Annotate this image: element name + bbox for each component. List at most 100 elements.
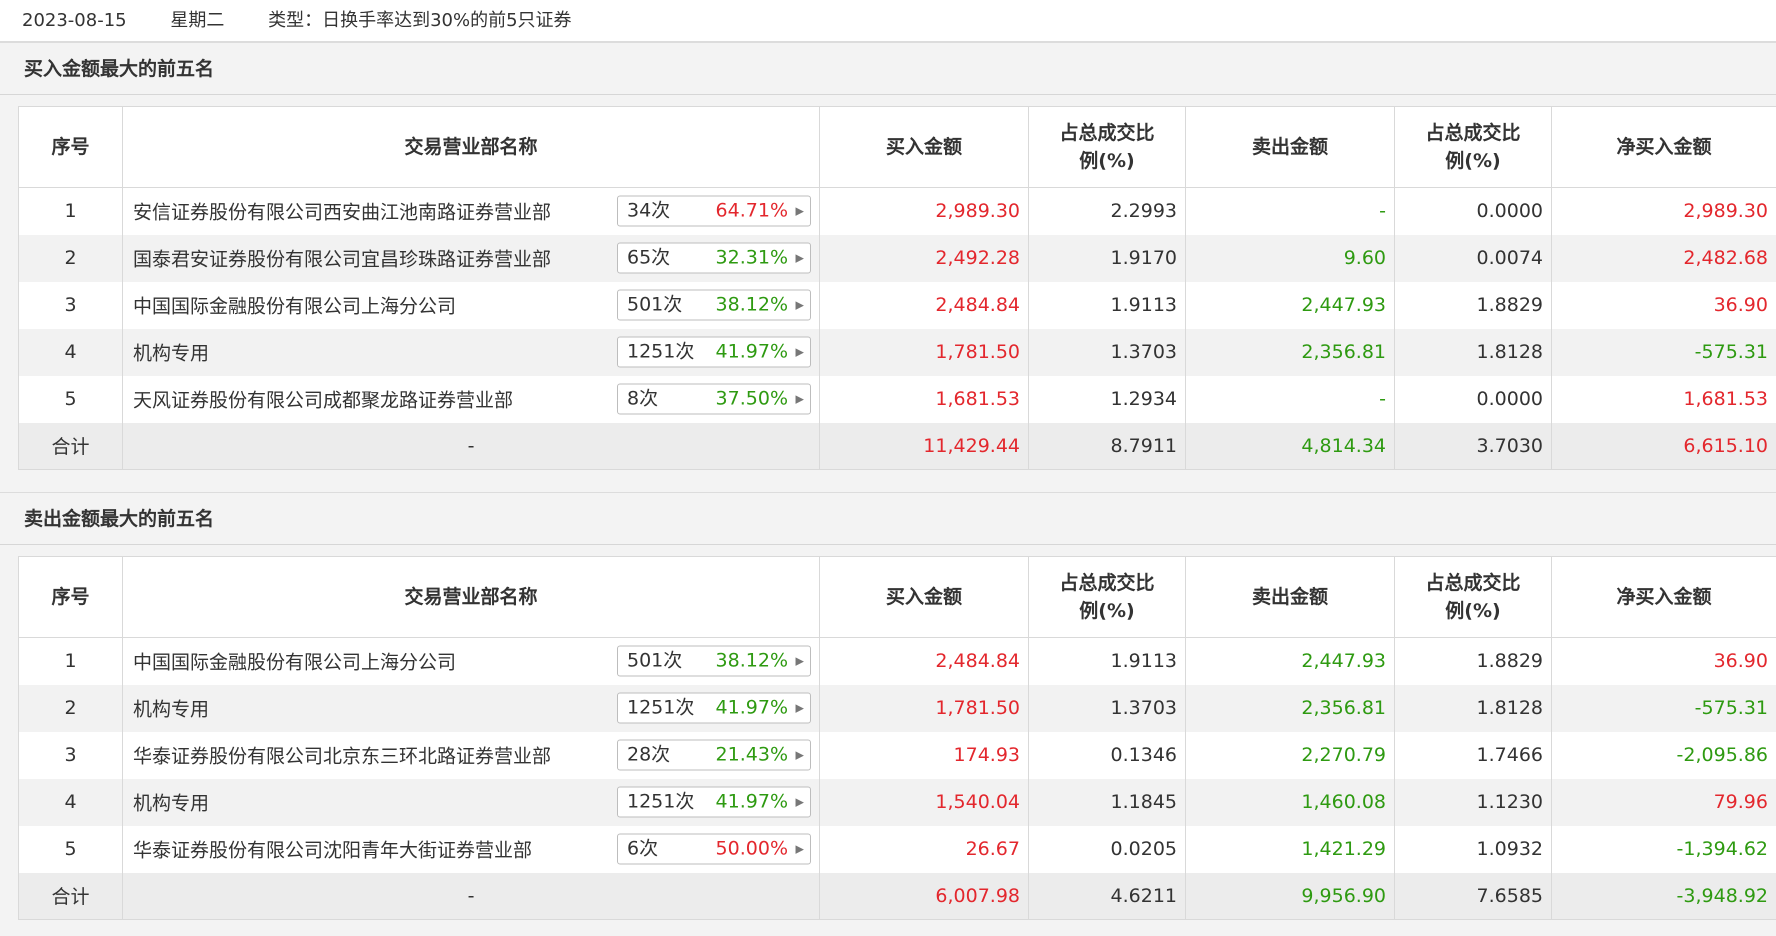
broker-stats-button[interactable]: 1251次 41.97% ▶ [617,336,811,368]
caret-right-icon: ▶ [795,795,804,809]
broker-name-link[interactable]: 国泰君安证券股份有限公司宜昌珍珠路证券营业部 [133,245,551,272]
listing-count: 6次 [627,837,659,860]
list-type: 类型：日换手率达到30%的前5只证券 [268,10,572,31]
col-buy-amount-header: 买入金额 [819,556,1029,638]
sell-amount: 1,421.29 [1185,825,1395,873]
total-sell-ratio: 7.6585 [1394,872,1552,920]
buy-ratio: 2.2993 [1028,187,1186,235]
listing-count: 8次 [627,387,659,410]
sell-ratio: 0.0074 [1394,234,1552,282]
broker-name-link[interactable]: 华泰证券股份有限公司北京东三环北路证券营业部 [133,742,551,769]
col-buy-amount-header: 买入金额 [819,106,1029,188]
net-buy-amount: 1,681.53 [1551,375,1776,423]
caret-right-icon: ▶ [795,701,804,715]
total-buy-amount: 11,429.44 [819,422,1029,470]
broker-name-link[interactable]: 天风证券股份有限公司成都聚龙路证券营业部 [133,386,513,413]
sell-top5-table: 序号 交易营业部名称 买入金额 占总成交比例(%) 卖出金额 占总成交比例(%)… [18,556,1776,920]
net-buy-amount: -2,095.86 [1551,731,1776,779]
sell-ratio: 1.1230 [1394,778,1552,826]
total-buy-ratio: 4.6211 [1028,872,1186,920]
broker-cell: 安信证券股份有限公司西安曲江池南路证券营业部 34次 64.71% ▶ [122,187,820,235]
sell-amount: - [1185,375,1395,423]
broker-name-link[interactable]: 机构专用 [133,695,209,722]
sell-amount: 2,447.93 [1185,281,1395,329]
broker-stats-button[interactable]: 6次 50.00% ▶ [617,833,811,865]
net-buy-amount: 2,482.68 [1551,234,1776,282]
success-rate: 38.12% [715,649,788,672]
success-rate: 38.12% [715,293,788,316]
broker-stats-button[interactable]: 501次 38.12% ▶ [617,645,811,677]
listing-count: 34次 [627,199,671,222]
broker-name-link[interactable]: 华泰证券股份有限公司沈阳青年大街证券营业部 [133,836,532,863]
total-buy-ratio: 8.7911 [1028,422,1186,470]
total-sell-amount: 4,814.34 [1185,422,1395,470]
success-rate: 41.97% [715,696,788,719]
sell-ratio: 1.8128 [1394,684,1552,732]
caret-right-icon: ▶ [795,251,804,265]
broker-cell: 机构专用 1251次 41.97% ▶ [122,328,820,376]
broker-stats-button[interactable]: 8次 37.50% ▶ [617,383,811,415]
broker-name-link[interactable]: 机构专用 [133,339,209,366]
broker-cell: 国泰君安证券股份有限公司宜昌珍珠路证券营业部 65次 32.31% ▶ [122,234,820,282]
caret-right-icon: ▶ [795,345,804,359]
broker-name-link[interactable]: 机构专用 [133,789,209,816]
buy-amount: 1,540.04 [819,778,1029,826]
sell-ratio: 1.8829 [1394,281,1552,329]
sell-ratio: 1.8128 [1394,328,1552,376]
broker-cell: 华泰证券股份有限公司北京东三环北路证券营业部 28次 21.43% ▶ [122,731,820,779]
table-row: 2 国泰君安证券股份有限公司宜昌珍珠路证券营业部 65次 32.31% ▶ 2,492.2… [18,234,1776,282]
sell-ratio: 0.0000 [1394,375,1552,423]
success-rate: 21.43% [715,743,788,766]
total-broker-placeholder: - [122,872,820,920]
broker-stats-button[interactable]: 34次 64.71% ▶ [617,195,811,227]
buy-ratio: 1.3703 [1028,684,1186,732]
success-rate: 32.31% [715,246,788,269]
col-net-buy-header: 净买入金额 [1551,106,1776,188]
net-buy-amount: -575.31 [1551,684,1776,732]
broker-stats-button[interactable]: 501次 38.12% ▶ [617,289,811,321]
broker-name-link[interactable]: 安信证券股份有限公司西安曲江池南路证券营业部 [133,198,551,225]
col-broker-header: 交易营业部名称 [122,556,820,638]
broker-stats-button[interactable]: 65次 32.31% ▶ [617,242,811,274]
col-buy-ratio-header: 占总成交比例(%) [1028,556,1186,638]
col-sell-ratio-header: 占总成交比例(%) [1394,556,1552,638]
broker-stats-button[interactable]: 1251次 41.97% ▶ [617,786,811,818]
broker-name-link[interactable]: 中国国际金融股份有限公司上海分公司 [133,648,456,675]
row-index: 3 [18,281,123,329]
buy-top5-section: 买入金额最大的前五名 序号 交易营业部名称 买入金额 占总成交比例(%) 卖出金… [0,42,1776,492]
buy-amount: 26.67 [819,825,1029,873]
col-index-header: 序号 [18,106,123,188]
buy-top5-table: 序号 交易营业部名称 买入金额 占总成交比例(%) 卖出金额 占总成交比例(%)… [18,106,1776,470]
listing-count: 501次 [627,293,683,316]
sell-ratio: 1.0932 [1394,825,1552,873]
caret-right-icon: ▶ [795,392,804,406]
sell-top5-section: 卖出金额最大的前五名 序号 交易营业部名称 买入金额 占总成交比例(%) 卖出金… [0,492,1776,936]
broker-cell: 华泰证券股份有限公司沈阳青年大街证券营业部 6次 50.00% ▶ [122,825,820,873]
row-index: 5 [18,375,123,423]
table-header-row: 序号 交易营业部名称 买入金额 占总成交比例(%) 卖出金额 占总成交比例(%)… [18,556,1776,638]
row-index: 2 [18,234,123,282]
broker-cell: 中国国际金融股份有限公司上海分公司 501次 38.12% ▶ [122,637,820,685]
sell-amount: 9.60 [1185,234,1395,282]
buy-amount: 2,484.84 [819,637,1029,685]
sell-amount: 2,270.79 [1185,731,1395,779]
row-index: 2 [18,684,123,732]
success-rate: 64.71% [715,199,788,222]
sell-section-title: 卖出金额最大的前五名 [0,493,1776,545]
total-row: 合计 -6,007.98 4.6211 9,956.90 7.6585 -3,948.92 [18,872,1776,920]
col-index-header: 序号 [18,556,123,638]
table-row: 5 华泰证券股份有限公司沈阳青年大街证券营业部 6次 50.00% ▶ 26.67 0.02… [18,825,1776,873]
net-buy-amount: -1,394.62 [1551,825,1776,873]
broker-stats-button[interactable]: 1251次 41.97% ▶ [617,692,811,724]
sell-amount: 2,356.81 [1185,328,1395,376]
broker-stats-button[interactable]: 28次 21.43% ▶ [617,739,811,771]
table-row: 4 机构专用 1251次 41.97% ▶ 1,781.50 1.3703 2,356.81 1… [18,328,1776,376]
broker-name-link[interactable]: 中国国际金融股份有限公司上海分公司 [133,292,456,319]
listing-count: 1251次 [627,696,695,719]
table-row: 1 安信证券股份有限公司西安曲江池南路证券营业部 34次 64.71% ▶ 2,989.3… [18,187,1776,235]
buy-ratio: 1.9113 [1028,281,1186,329]
total-broker-placeholder: - [122,422,820,470]
sell-amount: 2,447.93 [1185,637,1395,685]
buy-amount: 1,781.50 [819,328,1029,376]
row-index: 4 [18,778,123,826]
